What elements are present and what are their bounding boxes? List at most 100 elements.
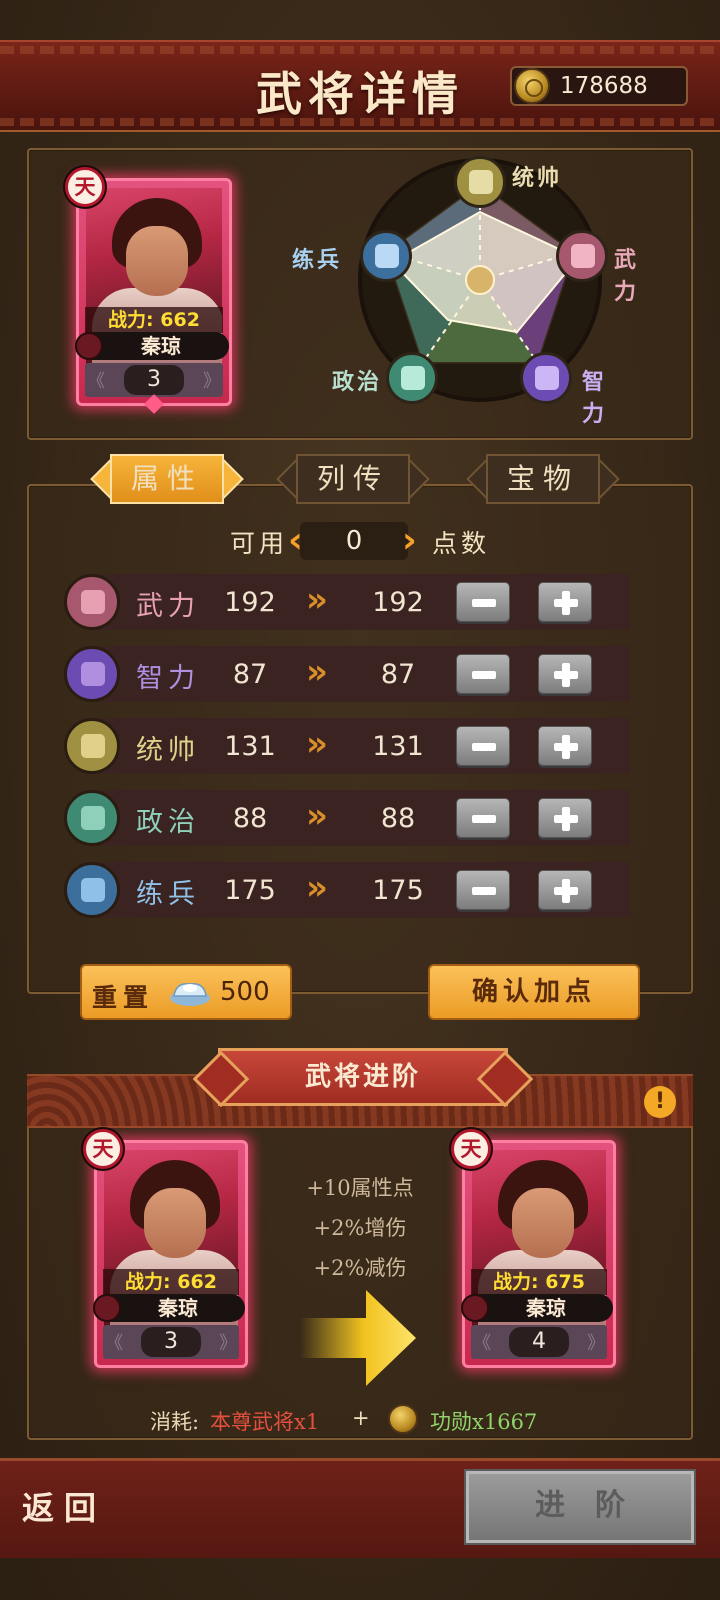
radar-label-lianbing: 练兵 — [292, 247, 343, 273]
flag-icon — [81, 734, 105, 758]
before-tier-badge: 天 — [83, 1129, 123, 1169]
stat-current: 175 — [224, 875, 276, 906]
cost-label: 消耗: — [150, 1410, 200, 1434]
radar-wuli-node — [556, 230, 608, 282]
before-rank-bar: 3 — [103, 1325, 239, 1359]
increase-button[interactable] — [538, 582, 592, 622]
after-power-value: 675 — [545, 1271, 585, 1293]
currency-display: 178688 — [510, 66, 688, 106]
stat-next: 131 — [372, 731, 424, 762]
before-rank: 3 — [141, 1327, 201, 1357]
after-tier-badge: 天 — [451, 1129, 491, 1169]
gold-coin-icon — [514, 68, 550, 104]
before-power-label: 战力: — [125, 1271, 171, 1293]
general-card[interactable]: 战力: 662 秦琼 3 天 — [65, 167, 232, 414]
general-name-bar: 秦琼 — [75, 332, 229, 360]
stat-row: 统帅 131 » 131 — [64, 718, 630, 774]
tab-treasure[interactable]: 宝物 — [466, 454, 620, 504]
stat-name: 武力 — [136, 591, 200, 622]
header-pattern-top — [0, 46, 720, 54]
stat-next: 175 — [372, 875, 424, 906]
stat-icon-circle — [64, 790, 120, 846]
tier-badge: 天 — [65, 167, 105, 207]
currency-value: 178688 — [560, 73, 648, 99]
power-label: 战力: — [108, 309, 154, 331]
increase-button[interactable] — [538, 654, 592, 694]
faction-dot-icon — [75, 332, 103, 360]
stat-name: 智力 — [136, 663, 200, 694]
stat-name: 练兵 — [136, 879, 200, 910]
stat-current: 131 — [224, 731, 276, 762]
reset-cost: 500 — [220, 977, 270, 1007]
advance-arrow-icon — [300, 1290, 416, 1386]
before-name: 秦琼 — [158, 1296, 198, 1320]
faction-dot-icon — [93, 1294, 121, 1322]
cost-currency: 功勋x1667 — [430, 1410, 538, 1434]
stat-next: 87 — [380, 659, 416, 690]
brain-icon — [81, 662, 105, 686]
decrease-button[interactable] — [456, 726, 510, 766]
after-rank: 4 — [509, 1327, 569, 1357]
stat-icon-circle — [64, 718, 120, 774]
stat-row: 智力 87 » 87 — [64, 646, 630, 702]
before-power-display: 战力: 662 — [103, 1269, 239, 1295]
points-prefix: 可用 — [230, 529, 289, 558]
stat-icon-circle — [64, 862, 120, 918]
armor-icon — [375, 244, 399, 268]
advance-button[interactable]: 进阶 — [464, 1469, 696, 1545]
stat-row: 政治 88 » 88 — [64, 790, 630, 846]
after-rank-bar: 4 — [471, 1325, 607, 1359]
points-suffix: 点数 — [432, 529, 491, 558]
bottom-bar: 返回 进阶 — [0, 1458, 720, 1558]
reset-label: 重置 — [92, 983, 155, 1012]
radar-lianbing-node — [360, 230, 412, 282]
armor-icon — [81, 878, 105, 902]
tab-biography[interactable]: 列传 — [276, 454, 430, 504]
stat-icon-circle — [64, 646, 120, 702]
stat-current: 192 — [224, 587, 276, 618]
stat-next: 192 — [372, 587, 424, 618]
confirm-points-button[interactable]: 确认加点 — [428, 964, 640, 1020]
advance-before-card: 战力: 662 秦琼 3 天 — [83, 1129, 248, 1368]
tab-attributes-label: 属性 — [130, 462, 203, 495]
increase-button[interactable] — [538, 798, 592, 838]
back-button[interactable]: 返回 — [22, 1483, 106, 1529]
stat-row: 练兵 175 » 175 — [64, 862, 630, 918]
double-chevron-icon: » — [306, 868, 328, 908]
screen: 武将详情 178688 战力: 662 秦琼 3 天 — [0, 0, 720, 1600]
cost-plus: + — [352, 1406, 370, 1430]
tab-treasure-label: 宝物 — [506, 462, 579, 495]
radar-zhengzhi-node — [386, 352, 438, 404]
decrease-button[interactable] — [456, 870, 510, 910]
power-value: 662 — [160, 309, 200, 331]
available-points-row: 可用 ‹ 0 › 点数 — [0, 518, 720, 564]
radar-label-tongshuai: 统帅 — [512, 165, 563, 191]
info-icon[interactable]: ! — [644, 1086, 676, 1118]
stat-name: 统帅 — [136, 735, 200, 766]
radar-tongshuai-node — [454, 156, 506, 208]
tab-biography-label: 列传 — [316, 462, 389, 495]
rank-value: 3 — [124, 365, 184, 395]
reset-button[interactable]: 重置 500 — [80, 964, 292, 1020]
general-name: 秦琼 — [141, 334, 181, 358]
decrease-button[interactable] — [456, 798, 510, 838]
advancement-title: 武将进阶 — [218, 1048, 508, 1106]
cost-item: 本尊武将x1 — [210, 1410, 320, 1434]
double-chevron-icon: » — [306, 796, 328, 836]
decrease-button[interactable] — [456, 654, 510, 694]
attribute-radar: 统帅 武力 智力 政治 练兵 — [292, 150, 636, 430]
scroll-icon — [81, 806, 105, 830]
advance-after-card: 战力: 675 秦琼 4 天 — [451, 1129, 616, 1368]
decrease-button[interactable] — [456, 582, 510, 622]
rank-bar: 3 — [85, 363, 223, 397]
increase-button[interactable] — [538, 726, 592, 766]
fist-icon — [571, 244, 595, 268]
increase-button[interactable] — [538, 870, 592, 910]
after-name: 秦琼 — [526, 1296, 566, 1320]
brain-icon — [535, 366, 559, 390]
stat-current: 87 — [232, 659, 268, 690]
radar-label-zhengzhi: 政治 — [332, 369, 383, 395]
gain-attr-points: +10属性点 — [306, 1176, 414, 1200]
radar-label-zhili: 智力 — [582, 369, 608, 427]
tab-attributes[interactable]: 属性 — [90, 454, 244, 504]
